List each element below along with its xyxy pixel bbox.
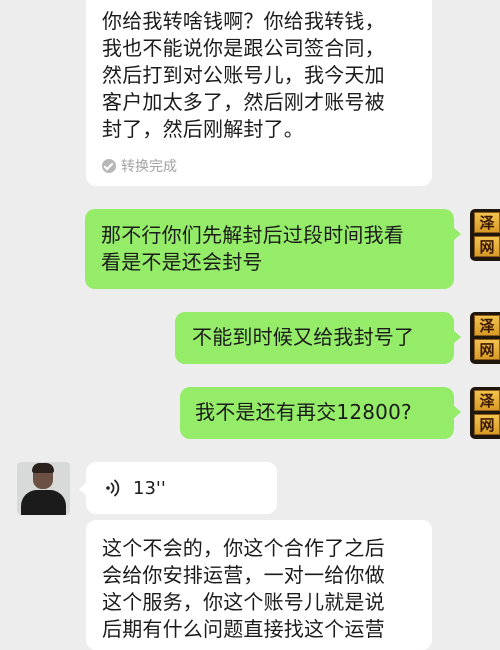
message-bubble-outgoing[interactable]: 不能到时候又给我封号了 — [175, 312, 461, 364]
bubble-tail — [453, 227, 461, 241]
message-line: 那不行你们先解封后过段时间我看 — [101, 223, 404, 247]
message-line: 你给我转啥钱啊？你给我转钱， — [102, 9, 385, 33]
message-line: 我也不能说你是跟公司签合同， — [102, 36, 385, 60]
message-bubble-incoming[interactable]: 这个不会的，你这个合作了之后 会给你安排运营，一对一给你做 这个服务，你这个账号… — [86, 520, 432, 650]
message-line: 这个服务，你这个账号儿就是说 — [102, 590, 385, 614]
message-text: 你给我转啥钱啊？你给我转钱， 我也不能说你是跟公司签合同， 然后打到对公账号儿，… — [102, 8, 402, 143]
message-line: 然后打到对公账号儿，我今天加 — [102, 63, 385, 87]
voice-message[interactable]: 13'' — [79, 462, 277, 514]
message-bubble-incoming[interactable]: 你给我转啥钱啊？你给我转钱， 我也不能说你是跟公司签合同， 然后打到对公账号儿，… — [86, 0, 432, 186]
bubble-tail — [79, 482, 87, 496]
message-line: 封了，然后刚解封了。 — [102, 117, 304, 141]
self-avatar[interactable]: 泽 网 — [470, 209, 500, 261]
bubble-tail — [453, 330, 461, 344]
voice-wave-icon — [106, 479, 120, 497]
message-line: 看是不是还会封号 — [101, 250, 263, 274]
avatar-logo-glyph: 泽 — [474, 315, 500, 336]
message-line: 客户加太多了，然后刚才账号被 — [102, 90, 385, 114]
self-avatar[interactable]: 泽 网 — [470, 312, 500, 364]
message-text: 不能到时候又给我封号了 — [192, 325, 415, 349]
avatar-figure-body — [21, 490, 66, 515]
message-line: 后期有什么问题直接找这个运营 — [102, 617, 385, 641]
check-circle-icon — [102, 159, 116, 173]
bubble-tail — [453, 405, 461, 419]
self-avatar[interactable]: 泽 网 — [470, 387, 500, 439]
message-line: 这个不会的，你这个合作了之后 — [102, 536, 385, 560]
message-text: 我不是还有再交12800? — [195, 400, 412, 424]
transcription-status: 转换完成 — [102, 156, 177, 176]
avatar-logo-glyph: 网 — [474, 414, 500, 435]
avatar-logo-glyph: 泽 — [474, 390, 500, 411]
avatar-logo-glyph: 泽 — [474, 212, 500, 233]
voice-duration: 13'' — [133, 477, 166, 499]
avatar-figure-hair — [32, 463, 54, 473]
message-line: 会给你安排运营，一对一给你做 — [102, 563, 385, 587]
avatar-logo-glyph: 网 — [474, 236, 500, 257]
contact-avatar[interactable] — [17, 462, 70, 515]
message-bubble-outgoing[interactable]: 那不行你们先解封后过段时间我看 看是不是还会封号 — [85, 209, 461, 289]
message-bubble-outgoing[interactable]: 我不是还有再交12800? — [180, 387, 461, 439]
message-text: 这个不会的，你这个合作了之后 会给你安排运营，一对一给你做 这个服务，你这个账号… — [102, 535, 414, 643]
transcription-status-label: 转换完成 — [121, 159, 177, 175]
message-text: 那不行你们先解封后过段时间我看 看是不是还会封号 — [101, 222, 438, 276]
avatar-logo-glyph: 网 — [474, 339, 500, 360]
